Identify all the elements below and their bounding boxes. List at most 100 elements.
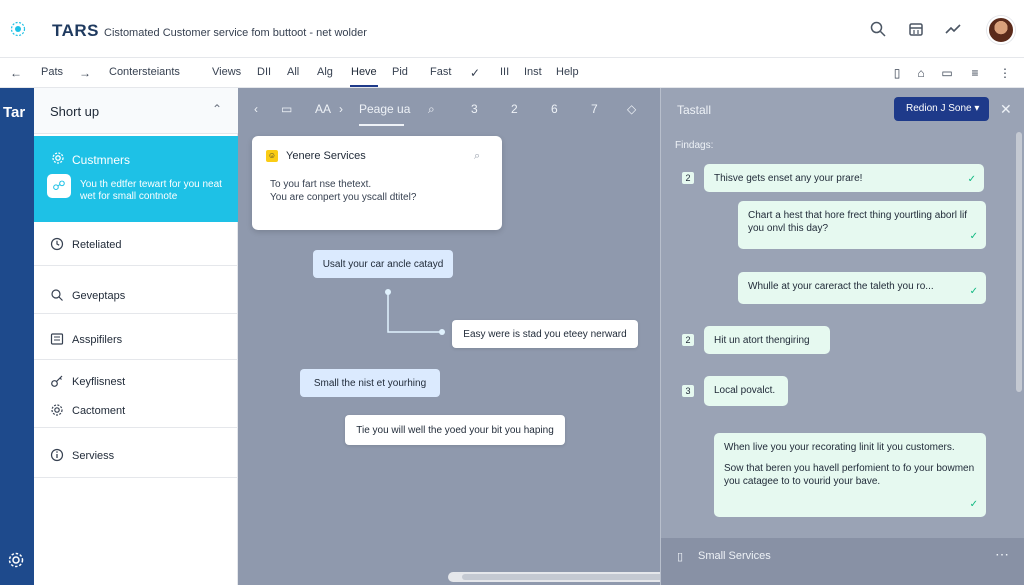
more-vertical-icon[interactable]: ⋮ <box>998 66 1012 80</box>
tab-page[interactable]: Peage ua <box>359 102 410 116</box>
message-number: 2 <box>682 172 694 184</box>
diamond-icon[interactable]: ◇ <box>627 102 636 116</box>
right-panel: Tastall Redion J Sone ▾ ✕ Findags: 2 Thi… <box>660 88 1024 585</box>
sidebar-item-serviess[interactable]: Serviess <box>34 430 238 478</box>
menu-item-all[interactable]: All <box>287 66 299 78</box>
key-icon <box>51 375 63 387</box>
home-icon[interactable]: ⌂ <box>914 66 928 80</box>
list-view-icon[interactable]: ≡ <box>968 66 982 80</box>
chat-message[interactable]: When live you your recorating linit lit … <box>714 433 986 517</box>
dropdown-value: Redion J Sone <box>906 103 972 114</box>
display-icon[interactable]: ▭ <box>940 66 954 80</box>
calendar-icon[interactable] <box>907 20 925 38</box>
card-body-line: To you fart nse thetext. <box>270 179 372 190</box>
flow-node[interactable]: Tie you will well the yoed your bit you … <box>345 415 565 445</box>
message-text: Chart a hest that hore frect thing yourt… <box>748 210 968 234</box>
collapse-icon[interactable]: ⌃ <box>212 102 222 116</box>
sidebar-group-settings: Keyflisnest Cactoment <box>34 362 238 428</box>
check-icon: ✓ <box>969 286 978 297</box>
flow-node[interactable]: Usalt your car ancle catayd <box>313 250 453 278</box>
sidebar-item-label: Serviess <box>72 450 115 462</box>
menu-item-pid[interactable]: Pid <box>392 66 408 78</box>
sidebar-item-cactoment[interactable]: Cactoment <box>72 405 125 417</box>
gear-icon <box>52 152 64 164</box>
left-rail: Tar <box>0 88 34 585</box>
menu-active-indicator <box>350 85 378 87</box>
chat-message[interactable]: Chart a hest that hore frect thing yourt… <box>738 201 986 249</box>
chat-message[interactable]: Hit un atort thengiring <box>704 326 830 354</box>
settings-icon[interactable] <box>7 551 25 569</box>
sidebar-item-label: Asspifilers <box>72 334 123 346</box>
menu-item-dii[interactable]: DII <box>257 66 271 78</box>
toolbar-item-6[interactable]: 6 <box>551 102 558 116</box>
check-icon[interactable]: ✓ <box>468 66 482 80</box>
sidebar-item-geveptaps[interactable]: Geveptaps <box>34 268 238 314</box>
chat-message[interactable]: Local povalct. <box>704 376 788 406</box>
sidebar-item-description: You th edtfer tewart for you neat wet fo… <box>80 179 222 202</box>
flow-canvas[interactable]: ‹ ▭ AA › Peage ua ⌕ 3 2 6 7 ◇ ☺ Yenere S… <box>238 88 660 585</box>
flow-node[interactable]: Small the nist et yourhing <box>300 369 440 397</box>
activity-icon[interactable] <box>944 20 962 38</box>
folder-icon[interactable]: ▭ <box>281 102 292 116</box>
info-icon <box>50 448 64 462</box>
close-icon[interactable]: ✕ <box>1000 101 1012 118</box>
sidebar-item-custmners[interactable]: Custmners ☍ You th edtfer tewart for you… <box>34 136 238 222</box>
panel-footer[interactable]: ▯ Small Services ⋯ <box>661 538 1024 585</box>
services-card[interactable]: ☺ Yenere Services ⌕ To you fart nse thet… <box>252 136 502 230</box>
chevron-right-icon[interactable]: › <box>339 102 343 116</box>
sidebar: Short up ⌃ Custmners ☍ You th edtfer tew… <box>34 88 238 585</box>
gear-icon <box>51 404 63 416</box>
menu-item-fast[interactable]: Fast <box>430 66 451 78</box>
title-bar: TARS Cistomated Customer service fom but… <box>0 0 1024 58</box>
message-text: Thisve gets enset any your prare! <box>714 173 863 184</box>
app-logo-icon <box>10 21 26 37</box>
card-title: Yenere Services <box>286 150 366 162</box>
toolbar-item-3[interactable]: 3 <box>471 102 478 116</box>
forward-arrow-icon[interactable]: → <box>78 66 92 80</box>
sidebar-item-asspifilers[interactable]: Asspifilers <box>34 316 238 360</box>
chevron-down-icon: ▾ <box>974 103 980 114</box>
search-icon[interactable]: ⌕ <box>474 150 480 163</box>
toolbar-item-2[interactable]: 2 <box>511 102 518 116</box>
check-icon: ✓ <box>969 231 978 242</box>
search-icon[interactable]: ⌕ <box>428 102 435 117</box>
menu-item-alg[interactable]: Alg <box>317 66 333 78</box>
flow-node[interactable]: Easy were is stad you eteey nerward <box>452 320 638 348</box>
sidebar-item-label: Custmners <box>72 153 131 167</box>
message-text: Sow that beren you havell perfomient to … <box>724 463 975 487</box>
region-dropdown[interactable]: Redion J Sone ▾ <box>894 97 989 121</box>
footer-label: Small Services <box>698 550 771 562</box>
menu-item-iii[interactable]: III <box>500 66 509 78</box>
sidebar-title: Short up <box>50 104 100 119</box>
document-icon: ▯ <box>677 551 684 563</box>
chat-message[interactable]: Thisve gets enset any your prare! ✓ <box>704 164 984 192</box>
message-text: Whulle at your careract the taleth you r… <box>748 281 934 292</box>
menu-item-views[interactable]: Views <box>212 66 241 78</box>
toolbar-item-7[interactable]: 7 <box>591 102 598 116</box>
menu-item-inst[interactable]: Inst <box>524 66 542 78</box>
search-icon[interactable] <box>869 20 887 38</box>
contacts-icon: ☍ <box>47 174 71 198</box>
card-body: To you fart nse thetext. You are conpert… <box>270 178 490 204</box>
menu-item-help[interactable]: Help <box>556 66 579 78</box>
vertical-scrollbar[interactable] <box>1016 132 1022 392</box>
sidebar-item-keyflisnest[interactable]: Keyflisnest <box>72 376 125 388</box>
chat-message[interactable]: Whulle at your careract the taleth you r… <box>738 272 986 304</box>
rail-label: Tar <box>3 104 26 121</box>
toolbar-font-size[interactable]: AA <box>315 102 331 116</box>
menu-item-pats[interactable]: Pats <box>41 66 63 78</box>
clipboard-icon[interactable]: ▯ <box>890 66 904 80</box>
list-icon <box>50 333 64 345</box>
bot-icon: ☺ <box>266 150 278 162</box>
avatar[interactable] <box>987 16 1015 44</box>
message-text: Hit un atort thengiring <box>714 335 810 346</box>
chevron-left-icon[interactable]: ‹ <box>254 102 258 116</box>
menu-item-contersteiants[interactable]: Contersteiants <box>109 66 180 78</box>
more-horizontal-icon[interactable]: ⋯ <box>995 546 1009 563</box>
sidebar-item-reteliated[interactable]: Reteliated <box>34 222 238 266</box>
scrollbar-thumb[interactable] <box>462 574 672 580</box>
menu-item-heve[interactable]: Heve <box>351 66 377 78</box>
menu-bar: ← Pats → Contersteiants Views DII All Al… <box>0 58 1024 88</box>
back-arrow-icon[interactable]: ← <box>9 66 23 80</box>
check-icon: ✓ <box>969 499 978 510</box>
